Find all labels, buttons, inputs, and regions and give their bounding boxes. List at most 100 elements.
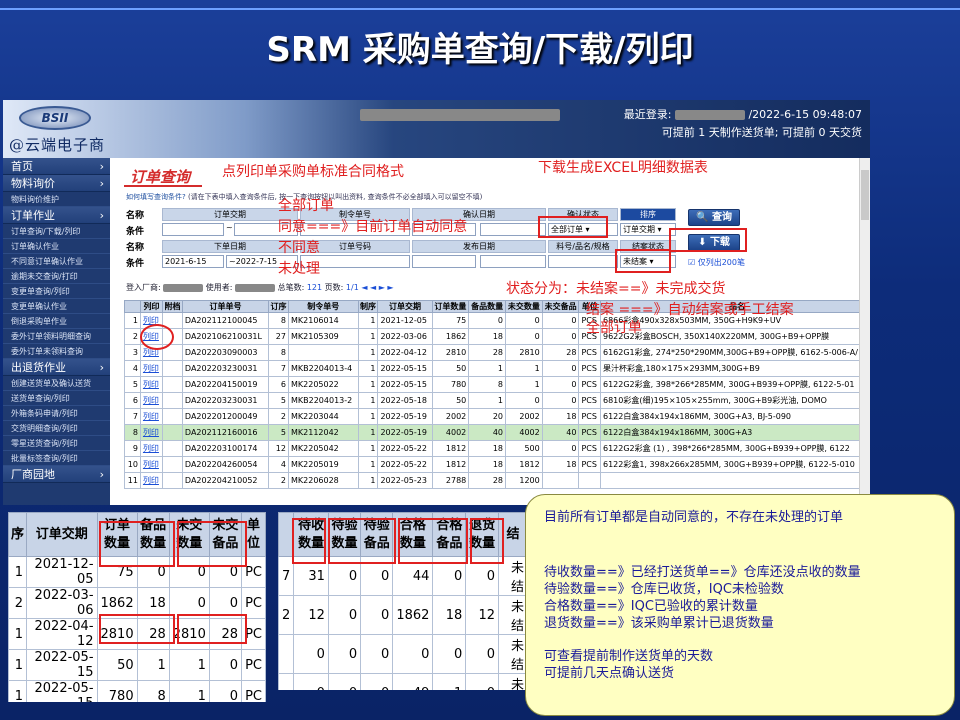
- order-date-from-input[interactable]: [162, 223, 224, 236]
- column-header[interactable]: [124, 300, 141, 313]
- sidebar-item[interactable]: 倒退采购单作业: [3, 314, 110, 329]
- sidebar-item[interactable]: 批量标签查询/列印: [3, 451, 110, 466]
- table-row[interactable]: 7 列印 DA202201200049 2 MK2203044 1 2022-05-19 20…: [124, 408, 870, 425]
- table-row[interactable]: 8 列印 DA202112160016 5 MK2112042 1 2022-05-19 40…: [124, 424, 870, 441]
- sidebar-item[interactable]: 交货明细查询/列印: [3, 421, 110, 436]
- table-cell: 4002: [505, 424, 543, 441]
- masked-vendor: [163, 283, 204, 292]
- table-cell: 2788: [431, 472, 470, 489]
- inset-cell: 0: [465, 634, 500, 674]
- sidebar-item[interactable]: 变更单查询/列印: [3, 284, 110, 299]
- inset-cell: 12: [465, 595, 500, 635]
- table-cell: 5: [268, 424, 289, 441]
- po-date-from-input[interactable]: 2021-6-15: [162, 255, 224, 268]
- column-header[interactable]: 订单交期: [377, 300, 433, 313]
- sidebar-item[interactable]: 委外订单未领料查询: [3, 344, 110, 359]
- inset-cell: 2022-05-15: [26, 649, 98, 681]
- annotation-status-3: 全部订单: [586, 320, 642, 336]
- sidebar-item[interactable]: 委外订单领料明细查询: [3, 329, 110, 344]
- table-row[interactable]: 3 列印 DA202203090003 8 1 2022-04-12 2810 28 2810 2…: [124, 344, 870, 361]
- sidebar-item[interactable]: 送货单查询/列印: [3, 391, 110, 406]
- sidebar-item[interactable]: 外箱条码申请/列印: [3, 406, 110, 421]
- scrollbar-thumb[interactable]: [861, 170, 869, 220]
- table-row[interactable]: 5 列印 DA202204150019 6 MK2205022 1 2022-05-15 78…: [124, 376, 870, 393]
- print-link[interactable]: 列印: [139, 376, 163, 393]
- pager-arrows[interactable]: ◄ ◄ ► ►: [361, 283, 393, 292]
- column-header[interactable]: 附档: [161, 300, 183, 313]
- table-cell: MK2112042: [287, 424, 359, 441]
- column-header[interactable]: 未交数量: [505, 300, 543, 313]
- issue-date-to-input[interactable]: [480, 255, 546, 268]
- table-cell: 40: [541, 424, 580, 441]
- sidebar-category[interactable]: 厂商园地 ›: [3, 466, 110, 483]
- sidebar-item[interactable]: 物料询价维护: [3, 192, 110, 207]
- sidebar-category[interactable]: 出退货作业 ›: [3, 359, 110, 376]
- confirm-date-to-input[interactable]: [480, 223, 546, 236]
- sidebar-category[interactable]: 订单作业 ›: [3, 207, 110, 224]
- masked-company: [360, 109, 561, 121]
- column-header[interactable]: 订序: [268, 300, 289, 313]
- table-cell: 2021-12-05: [377, 312, 433, 329]
- column-header[interactable]: 未交备品: [541, 300, 580, 313]
- sort-select[interactable]: 订单交期 ▾: [620, 223, 676, 236]
- inset-cell: 2021-12-05: [26, 556, 98, 588]
- sidebar-item[interactable]: 不同意订单确认作业: [3, 254, 110, 269]
- material-input[interactable]: [548, 255, 618, 268]
- table-cell: 4: [124, 360, 141, 377]
- table-cell: PCS: [578, 360, 601, 377]
- inset-cell: 1: [8, 680, 28, 702]
- table-cell: 2002: [431, 408, 470, 425]
- table-cell: 4: [268, 456, 289, 473]
- callout-line-3: 待验数量==》仓库已收货，IQC未检验数: [544, 582, 784, 597]
- table-cell: MKB2204013-2: [287, 392, 359, 409]
- column-header[interactable]: 订单数量: [431, 300, 470, 313]
- sidebar-item[interactable]: 逾期未交查询/打印: [3, 269, 110, 284]
- vertical-scrollbar[interactable]: [859, 158, 870, 505]
- table-cell: 0: [541, 376, 580, 393]
- sidebar-category[interactable]: 物料询价 ›: [3, 175, 110, 192]
- column-header[interactable]: 制令单号: [287, 300, 359, 313]
- issue-date-from-input[interactable]: [412, 255, 476, 268]
- top200-checkbox[interactable]: ☑ 仅列出200笔: [688, 257, 745, 268]
- annotation-confirm-3: 不同意: [278, 240, 320, 256]
- column-header[interactable]: 订单单号: [181, 300, 270, 313]
- table-row[interactable]: 9 列印 DA202203100174 12 MK2205042 1 2022-05-22 1…: [124, 440, 870, 457]
- table-row[interactable]: 10 列印 DA202204260054 4 MK2205019 1 2022-05-22 1…: [124, 456, 870, 473]
- print-link[interactable]: 列印: [139, 392, 163, 409]
- print-link[interactable]: 列印: [139, 408, 163, 425]
- print-link[interactable]: 列印: [139, 424, 163, 441]
- print-link[interactable]: 列印: [139, 456, 163, 473]
- table-row[interactable]: 11 列印 DA202204210052 2 MK2206028 1 2022-05-23 2…: [124, 472, 870, 489]
- highlight-pending-receive: [292, 518, 326, 564]
- hint-link[interactable]: 如何填写查询条件?: [126, 193, 186, 201]
- label-cond-2: 条件: [126, 259, 145, 269]
- column-header[interactable]: 制序: [357, 300, 379, 313]
- inset-column-header: 序: [8, 512, 28, 557]
- inset-cell: 0: [392, 634, 434, 674]
- column-header[interactable]: 备品数量: [468, 300, 506, 313]
- table-row[interactable]: 2 列印 DA202106210031L 27 MK2105309 1 2022-03-06…: [124, 328, 870, 345]
- print-link[interactable]: 列印: [139, 360, 163, 377]
- print-link[interactable]: 列印: [139, 472, 163, 489]
- table-cell: 2022-04-12: [377, 344, 433, 361]
- column-header[interactable]: 列印: [139, 300, 163, 313]
- chevron-right-icon: ›: [99, 160, 104, 173]
- sidebar-item[interactable]: 订单确认作业: [3, 239, 110, 254]
- query-button[interactable]: 🔍 查询: [688, 209, 740, 226]
- annotation-confirm-1: 全部订单: [278, 198, 334, 214]
- annotation-confirm-4: 未处理: [278, 261, 320, 277]
- sidebar-item[interactable]: 创建送货单及确认送货: [3, 376, 110, 391]
- sidebar-item[interactable]: 变更单确认作业: [3, 299, 110, 314]
- table-row[interactable]: 6 列印 DA202203230031 5 MKB2204013-2 1 2022-05-1…: [124, 392, 870, 409]
- table-cell: 2022-05-15: [377, 376, 433, 393]
- inset-cell: 未结: [498, 673, 528, 690]
- table-cell: 5: [268, 392, 289, 409]
- table-cell: 1862: [431, 328, 470, 345]
- table-cell: [161, 408, 183, 425]
- print-link[interactable]: 列印: [139, 440, 163, 457]
- sidebar-category[interactable]: 首页 ›: [3, 158, 110, 175]
- sidebar-item[interactable]: 零星送货查询/列印: [3, 436, 110, 451]
- sidebar-item[interactable]: 订单查询/下载/列印: [3, 224, 110, 239]
- table-cell: 18: [468, 456, 506, 473]
- table-row[interactable]: 4 列印 DA202203230031 7 MKB2204013-4 1 2022-05-1…: [124, 360, 870, 377]
